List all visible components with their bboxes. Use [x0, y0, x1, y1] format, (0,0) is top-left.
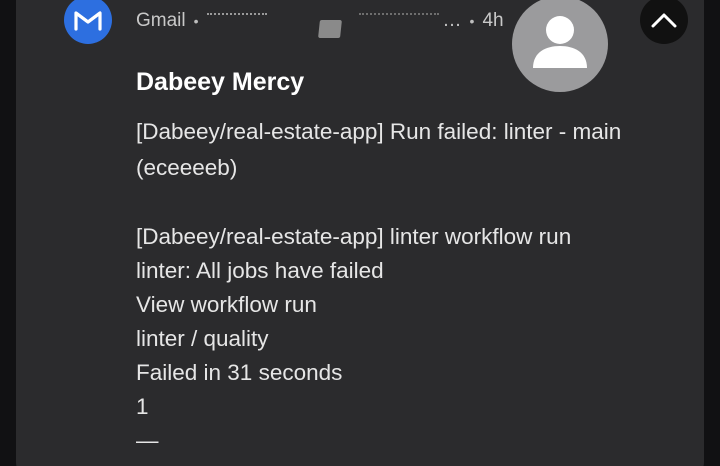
- notification-screen: Gmail • … • 4h Dabeey Mercy [Dabeey/real…: [0, 0, 720, 466]
- person-icon: [533, 16, 587, 68]
- app-name: Gmail: [136, 10, 186, 31]
- email-body-preview: [Dabeey/real-estate-app] linter workflow…: [136, 220, 571, 458]
- gmail-m-icon: [64, 0, 112, 44]
- body-line: [Dabeey/real-estate-app] linter workflow…: [136, 224, 572, 249]
- notification-time: 4h: [482, 10, 504, 31]
- truncated-text-line: [136, 458, 676, 466]
- body-line: View workflow run: [136, 292, 317, 317]
- redacted-block: [317, 20, 342, 38]
- redacted-account-tail: [358, 13, 439, 21]
- header-separator-2: •: [469, 13, 475, 29]
- notification-header: Gmail • … • 4h: [136, 8, 504, 38]
- chevron-up-icon: [651, 13, 677, 28]
- redacted-ellipsis: …: [442, 10, 462, 31]
- redacted-account: [206, 13, 267, 23]
- body-line: linter: All jobs have failed: [136, 258, 384, 283]
- sender-name: Dabeey Mercy: [136, 68, 305, 96]
- body-line: linter / quality: [136, 326, 269, 351]
- notification-card[interactable]: Gmail • … • 4h Dabeey Mercy [Dabeey/real…: [16, 0, 704, 466]
- collapse-button[interactable]: [640, 0, 688, 44]
- sender-avatar: [512, 0, 608, 92]
- body-line: Failed in 31 seconds: [136, 360, 343, 385]
- body-line: —: [136, 428, 159, 453]
- header-separator: •: [193, 13, 199, 29]
- body-line: 1: [136, 394, 149, 419]
- email-subject: [Dabeey/real-estate-app] Run failed: lin…: [136, 119, 622, 180]
